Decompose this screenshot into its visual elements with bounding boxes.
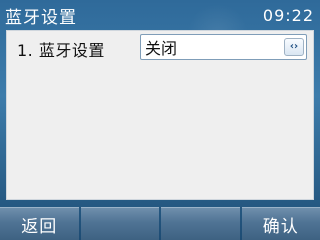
settings-panel: 1. 蓝牙设置 关闭 ‹›: [6, 30, 314, 200]
back-softkey[interactable]: 返回: [0, 207, 79, 240]
left-right-arrows-icon[interactable]: ‹›: [284, 38, 304, 56]
softkey-3[interactable]: [161, 207, 240, 240]
setting-row-bluetooth[interactable]: 1. 蓝牙设置 关闭 ‹›: [7, 31, 313, 63]
bluetooth-select[interactable]: 关闭 ‹›: [140, 34, 307, 60]
softkey-2[interactable]: [80, 207, 159, 240]
clock: 09:22: [262, 5, 314, 25]
title-bar: 蓝牙设置 09:22: [0, 0, 320, 30]
softkey-bar: 返回 确认: [0, 207, 320, 240]
page-title: 蓝牙设置: [5, 7, 77, 28]
confirm-softkey[interactable]: 确认: [241, 207, 320, 240]
setting-label: 1. 蓝牙设置: [17, 41, 105, 60]
select-value: 关闭: [145, 39, 178, 58]
